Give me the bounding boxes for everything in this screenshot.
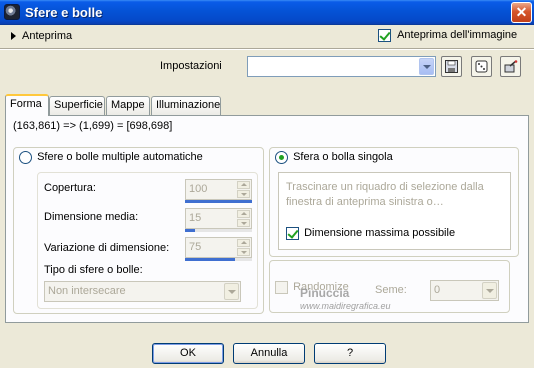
mean-size-value: 15 <box>189 212 202 224</box>
spin-up-icon[interactable] <box>237 239 250 247</box>
save-icon <box>445 60 458 73</box>
app-icon <box>4 4 20 20</box>
auto-spheres-label: Sfere o bolle multiple automatiche <box>37 151 203 164</box>
max-size-checkbox[interactable]: Dimensione massima possibile <box>286 227 455 240</box>
randomize-button[interactable] <box>471 56 492 77</box>
dice-icon <box>475 60 488 73</box>
coverage-slider[interactable] <box>185 200 252 203</box>
sphere-type-value: Non intersecare <box>48 285 126 297</box>
randomize-check-icon[interactable] <box>275 281 288 294</box>
separator <box>0 48 534 50</box>
spin-down-icon[interactable] <box>237 248 250 256</box>
reset-button[interactable] <box>500 56 521 77</box>
single-sphere-label: Sfera o bolla singola <box>293 151 393 164</box>
tab-forma[interactable]: Forma <box>5 94 49 116</box>
size-variation-slider-fill <box>185 258 236 261</box>
watermark-name: Pinuccia <box>300 286 350 300</box>
image-preview-checkbox[interactable]: Anteprima dell'immagine <box>378 29 517 42</box>
seed-value: 0 <box>434 284 441 296</box>
size-variation-value: 75 <box>189 241 202 253</box>
auto-spheres-radio-button[interactable] <box>19 151 32 164</box>
close-button[interactable]: ✕ <box>511 2 532 23</box>
chevron-down-icon[interactable] <box>224 283 239 300</box>
watermark-url: www.maidiregrafica.eu <box>300 301 391 311</box>
single-sphere-radio[interactable]: Sfera o bolla singola <box>275 151 396 164</box>
chevron-down-icon[interactable] <box>482 282 497 299</box>
max-size-check-icon[interactable] <box>286 227 299 240</box>
spin-up-icon[interactable] <box>237 181 250 189</box>
save-preset-button[interactable] <box>441 56 462 77</box>
mean-size-slider[interactable] <box>185 229 252 232</box>
settings-preset-select[interactable] <box>247 56 436 77</box>
help-button[interactable]: ? <box>314 343 386 364</box>
max-size-label: Dimensione massima possibile <box>304 227 456 240</box>
sphere-type-select[interactable]: Non intersecare <box>44 281 241 302</box>
expand-arrow-icon <box>11 32 16 41</box>
coverage-value: 100 <box>189 183 208 195</box>
mean-size-slider-fill <box>185 229 196 232</box>
coordinates-readout: (163,861) => (1,699) = [698,698] <box>13 120 173 132</box>
single-sphere-radio-button[interactable] <box>275 151 288 164</box>
coverage-stepper[interactable]: 100 <box>185 179 252 200</box>
mean-size-label: Dimensione media: <box>44 211 139 223</box>
image-preview-check-icon[interactable] <box>378 29 391 42</box>
spin-down-icon[interactable] <box>237 190 250 198</box>
seed-label: Seme: <box>375 284 407 296</box>
sphere-type-label: Tipo di sfere o bolle: <box>44 264 143 276</box>
spin-down-icon[interactable] <box>237 219 250 227</box>
reset-icon <box>504 60 517 73</box>
image-preview-label: Anteprima dell'immagine <box>397 29 518 42</box>
cancel-button[interactable]: Annulla <box>233 343 305 364</box>
coverage-label: Copertura: <box>44 182 96 194</box>
mean-size-stepper[interactable]: 15 <box>185 208 252 229</box>
tab-illuminazione[interactable]: Illuminazione <box>151 96 221 115</box>
preview-toggle[interactable]: Anteprima <box>11 30 72 42</box>
window-title: Sfere e bolle <box>25 5 103 20</box>
size-variation-label: Variazione di dimensione: <box>44 242 170 254</box>
size-variation-slider[interactable] <box>185 258 252 261</box>
coverage-slider-fill <box>185 200 252 203</box>
ok-button[interactable]: OK <box>152 343 224 364</box>
tab-mappe[interactable]: Mappe <box>106 96 150 115</box>
size-variation-stepper[interactable]: 75 <box>185 237 252 258</box>
auto-spheres-radio[interactable]: Sfere o bolle multiple automatiche <box>19 151 206 164</box>
chevron-down-icon[interactable] <box>419 58 434 75</box>
settings-label: Impostazioni <box>160 60 222 72</box>
tab-superficie[interactable]: Superficie <box>49 96 105 115</box>
spin-up-icon[interactable] <box>237 210 250 218</box>
preview-toggle-label: Anteprima <box>22 30 73 42</box>
seed-stepper[interactable]: 0 <box>430 280 499 301</box>
single-sphere-hint: Trascinare un riquadro di selezione dall… <box>286 181 484 208</box>
